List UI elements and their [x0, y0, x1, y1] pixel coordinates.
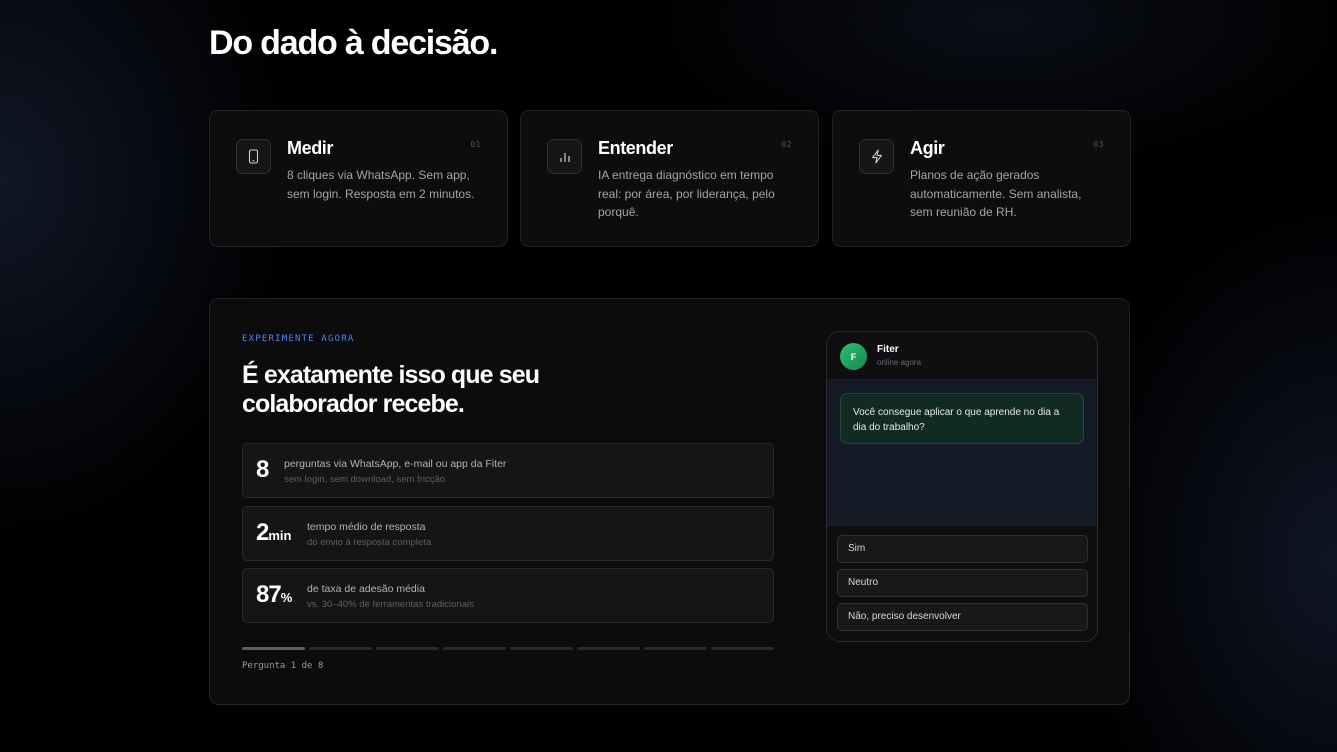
stat-value: 8 [256, 456, 269, 483]
answer-option-neutro[interactable]: Neutro [837, 569, 1088, 597]
stat-label: perguntas via WhatsApp, e-mail ou app da… [284, 458, 507, 470]
stat-adoption: 87% de taxa de adesão média vs. 30–40% d… [242, 568, 774, 623]
smartphone-icon [236, 139, 271, 174]
chat-header: F Fiter online agora [827, 332, 1097, 380]
chat-messages: Você consegue aplicar o que aprende no d… [827, 380, 1097, 525]
lightning-icon [859, 139, 894, 174]
answer-option-sim[interactable]: Sim [837, 535, 1088, 563]
answer-options: Sim Neutro Não, preciso desenvolver [827, 525, 1097, 641]
step-description: 8 cliques via WhatsApp. Sem app, sem log… [287, 168, 475, 201]
demo-panel: EXPERIMENTE AGORA É exatamente isso que … [209, 298, 1130, 705]
stat-response-time: 2min tempo médio de resposta do envio à … [242, 506, 774, 561]
step-title: Medir [287, 138, 334, 158]
progress-segment [644, 647, 707, 650]
progress-label: Pergunta 1 de 8 [242, 661, 324, 671]
progress-segment [242, 647, 305, 650]
step-title: Entender [598, 138, 673, 158]
progress-segment [376, 647, 439, 650]
stat-questions: 8 perguntas via WhatsApp, e-mail ou app … [242, 443, 774, 498]
stat-sublabel: sem login, sem download, sem fricção [284, 474, 446, 485]
stat-value: 2min [256, 519, 292, 546]
progress-segment [443, 647, 506, 650]
progress-segment [577, 647, 640, 650]
step-description: IA entrega diagnóstico em tempo real: po… [598, 168, 775, 219]
steps-row: Medir 01 8 cliques via WhatsApp. Sem app… [209, 110, 1131, 247]
step-title: Agir [910, 138, 945, 158]
demo-eyebrow: EXPERIMENTE AGORA [242, 334, 355, 344]
answer-option-nao[interactable]: Não, preciso desenvolver [837, 603, 1088, 631]
stat-label: de taxa de adesão média [307, 583, 425, 595]
bar-chart-icon [547, 139, 582, 174]
step-card-measure: Medir 01 8 cliques via WhatsApp. Sem app… [209, 110, 508, 247]
stat-sublabel: do envio à resposta completa [307, 537, 432, 548]
question-progress-bar [242, 647, 774, 650]
step-number: 03 [1093, 140, 1104, 149]
step-card-act: Agir 03 Planos de ação gerados automatic… [832, 110, 1131, 247]
avatar: F [840, 343, 867, 370]
contact-status: online agora [877, 358, 922, 367]
demo-title: É exatamente isso que seu colaborador re… [242, 361, 540, 418]
chat-message-bubble: Você consegue aplicar o que aprende no d… [840, 393, 1084, 444]
step-number: 01 [470, 140, 481, 149]
section-headline: Do dado à decisão. [209, 24, 498, 62]
stat-sublabel: vs. 30–40% de ferramentas tradicionais [307, 599, 474, 610]
contact-name: Fiter [877, 344, 899, 355]
progress-segment [309, 647, 372, 650]
step-number: 02 [781, 140, 792, 149]
stat-value: 87% [256, 581, 293, 608]
progress-segment [711, 647, 774, 650]
chat-preview: F Fiter online agora Você consegue aplic… [826, 331, 1098, 642]
progress-segment [510, 647, 573, 650]
stat-label: tempo médio de resposta [307, 521, 426, 533]
step-card-understand: Entender 02 IA entrega diagnóstico em te… [520, 110, 819, 247]
step-description: Planos de ação gerados automaticamente. … [910, 168, 1082, 219]
